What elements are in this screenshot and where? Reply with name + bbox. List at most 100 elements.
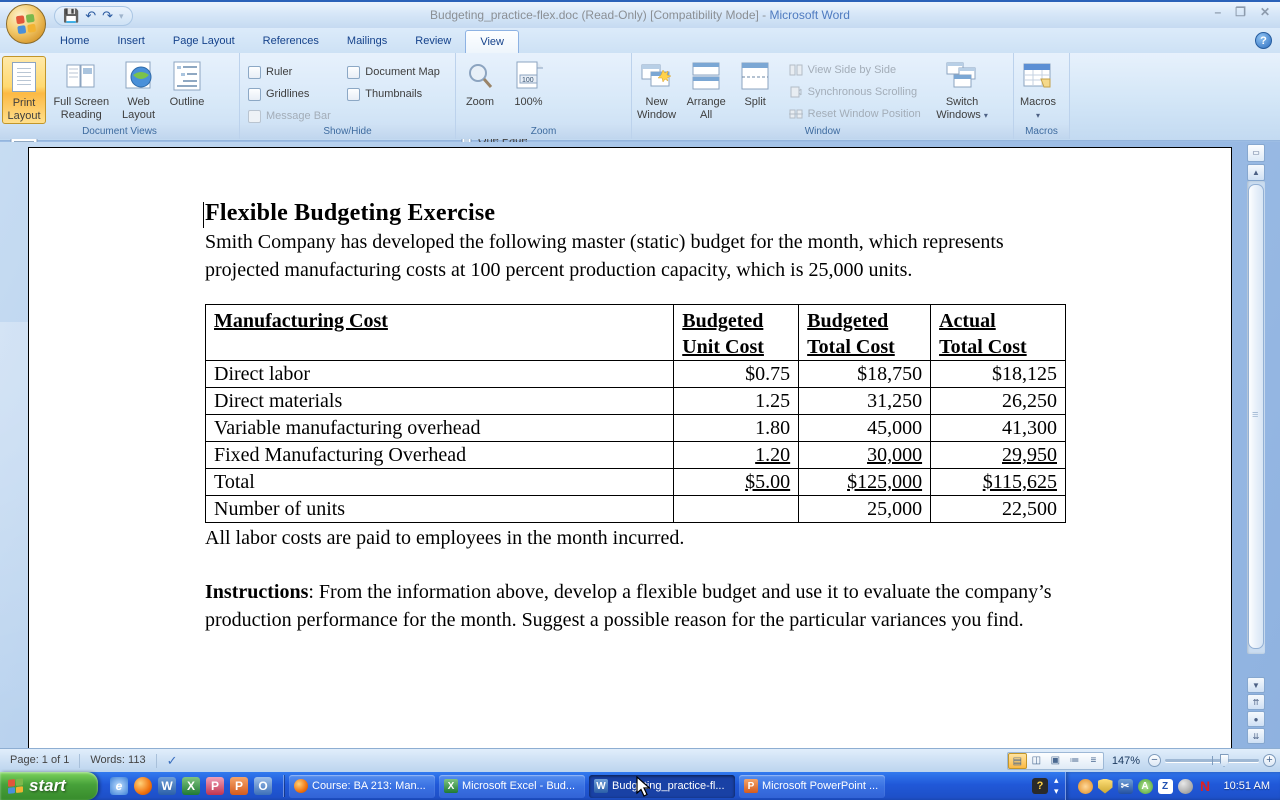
full-screen-reading-icon bbox=[64, 59, 98, 93]
document-intro: Smith Company has developed the followin… bbox=[205, 229, 1069, 284]
antivirus-shield-tray-icon[interactable] bbox=[1098, 779, 1113, 794]
outlook-quicklaunch-icon[interactable]: O bbox=[254, 777, 272, 795]
undo-icon[interactable]: ↶ bbox=[85, 7, 96, 25]
close-button[interactable]: ✕ bbox=[1260, 5, 1270, 19]
macros-button[interactable]: Macros▾ bbox=[1016, 56, 1060, 124]
access-quicklaunch-icon[interactable]: P bbox=[206, 777, 224, 795]
taskbar-clock[interactable]: 10:51 AM bbox=[1224, 780, 1270, 792]
restore-button[interactable]: ❐ bbox=[1235, 5, 1246, 19]
web-layout-view-button[interactable]: ▣ bbox=[1046, 753, 1065, 769]
tab-home[interactable]: Home bbox=[46, 30, 103, 53]
row-label: Direct materials bbox=[206, 388, 674, 415]
scroll-up-button[interactable]: ▲ bbox=[1247, 164, 1265, 181]
zoom-100-button[interactable]: 100 100% bbox=[506, 56, 550, 124]
ribbon-tab-row: Home Insert Page Layout References Maili… bbox=[0, 28, 1280, 53]
tab-page-layout[interactable]: Page Layout bbox=[159, 30, 249, 53]
minimize-button[interactable]: – bbox=[1214, 5, 1221, 19]
thumbnails-checkbox[interactable]: Thumbnails bbox=[347, 83, 440, 105]
split-button[interactable]: Split bbox=[733, 56, 777, 124]
outline-button[interactable]: Outline bbox=[165, 56, 209, 124]
zoom-out-button[interactable]: − bbox=[1148, 754, 1161, 767]
tab-mailings[interactable]: Mailings bbox=[333, 30, 401, 53]
office-button[interactable] bbox=[6, 4, 46, 44]
excel-quicklaunch-icon[interactable]: X bbox=[182, 777, 200, 795]
group-zoom: Zoom 100 100% One Page Two Pages Page Wi… bbox=[456, 53, 632, 139]
zonealarm-tray-icon[interactable]: Z bbox=[1158, 779, 1173, 794]
full-screen-reading-view-button[interactable]: ◫ bbox=[1027, 753, 1046, 769]
zoom-in-button[interactable]: + bbox=[1263, 754, 1276, 767]
actual-total-cell: 29,950 bbox=[931, 442, 1066, 469]
print-layout-view-button[interactable]: ▤ bbox=[1008, 753, 1027, 769]
start-button[interactable]: start bbox=[0, 772, 98, 800]
print-layout-button[interactable]: PrintLayout bbox=[2, 56, 46, 124]
firefox-icon[interactable] bbox=[134, 777, 152, 795]
taskbar-button-word-active[interactable]: W Budgeting_practice-fl... bbox=[589, 775, 735, 798]
utility-tool-tray-icon[interactable]: ✂ bbox=[1118, 779, 1133, 794]
outline-view-button[interactable]: ≔ bbox=[1065, 753, 1084, 769]
ruler-toggle-button[interactable]: ▭ bbox=[1247, 144, 1265, 162]
word-count[interactable]: Words: 113 bbox=[80, 749, 155, 772]
internet-explorer-icon[interactable]: e bbox=[110, 777, 128, 795]
save-icon[interactable]: 💾 bbox=[63, 7, 79, 25]
page-indicator[interactable]: Page: 1 of 1 bbox=[0, 749, 79, 772]
document-area: Flexible Budgeting Exercise Smith Compan… bbox=[0, 142, 1280, 748]
zoom-slider-track[interactable] bbox=[1165, 759, 1259, 762]
powerpoint-quicklaunch-icon[interactable]: P bbox=[230, 777, 248, 795]
new-window-button[interactable]: NewWindow bbox=[634, 56, 679, 124]
document-map-checkbox[interactable]: Document Map bbox=[347, 61, 440, 83]
select-browse-object-button[interactable]: ● bbox=[1247, 711, 1265, 727]
full-screen-reading-button[interactable]: Full ScreenReading bbox=[50, 56, 112, 124]
proofing-status-icon[interactable]: ✓ bbox=[157, 753, 188, 769]
group-label-show-hide: Show/Hide bbox=[240, 125, 455, 139]
arrange-all-button[interactable]: ArrangeAll bbox=[684, 56, 729, 124]
scrollbar-track[interactable] bbox=[1247, 181, 1265, 654]
view-side-by-side-button: View Side by Side bbox=[788, 59, 921, 81]
tab-review[interactable]: Review bbox=[401, 30, 465, 53]
ruler-checkbox[interactable]: Ruler bbox=[248, 61, 331, 83]
redo-icon[interactable]: ↷ bbox=[102, 7, 113, 25]
zoom-button[interactable]: Zoom bbox=[458, 56, 502, 124]
web-layout-button[interactable]: WebLayout bbox=[117, 56, 161, 124]
new-window-icon bbox=[640, 59, 674, 93]
qat-customize-arrow-icon[interactable]: ▾ bbox=[119, 7, 124, 25]
scroll-down-button[interactable]: ▼ bbox=[1247, 677, 1265, 693]
taskbar-button-firefox-course[interactable]: Course: BA 213: Man... bbox=[289, 775, 435, 798]
word-quicklaunch-icon[interactable]: W bbox=[158, 777, 176, 795]
budget-total-cell: 45,000 bbox=[799, 415, 931, 442]
zoom-level[interactable]: 147% bbox=[1110, 755, 1142, 767]
draft-view-button[interactable]: ≡ bbox=[1084, 753, 1103, 769]
group-window: NewWindow ArrangeAll Split View Side by … bbox=[632, 53, 1014, 139]
next-page-button[interactable]: ⇊ bbox=[1247, 728, 1265, 744]
norton-n-tray-icon[interactable]: N bbox=[1198, 779, 1213, 794]
document-page[interactable]: Flexible Budgeting Exercise Smith Compan… bbox=[28, 147, 1232, 748]
status-bar: Page: 1 of 1 Words: 113 ✓ ▤ ◫ ▣ ≔ ≡ 147%… bbox=[0, 748, 1280, 772]
scrollbar-thumb[interactable] bbox=[1248, 184, 1264, 649]
arrange-all-icon bbox=[689, 59, 723, 93]
quick-launch: e W X P P O bbox=[98, 777, 280, 795]
hide-inactive-icons-arrow[interactable]: ▴▾ bbox=[1054, 775, 1059, 797]
volume-tray-icon[interactable] bbox=[1178, 779, 1193, 794]
messenger-tray-icon[interactable] bbox=[1078, 779, 1093, 794]
tab-insert[interactable]: Insert bbox=[103, 30, 159, 53]
header-manufacturing-cost: Manufacturing Cost bbox=[206, 305, 674, 361]
group-label-macros: Macros bbox=[1014, 125, 1069, 139]
previous-page-button[interactable]: ⇈ bbox=[1247, 694, 1265, 710]
row-label: Fixed Manufacturing Overhead bbox=[206, 442, 674, 469]
taskbar-button-powerpoint[interactable]: P Microsoft PowerPoint ... bbox=[739, 775, 885, 798]
group-macros: Macros▾ Macros bbox=[1014, 53, 1070, 139]
help-icon[interactable]: ? bbox=[1255, 32, 1272, 49]
svg-text:100: 100 bbox=[522, 77, 534, 84]
security-lock-tray-icon[interactable]: ? bbox=[1032, 778, 1048, 794]
taskbar-button-excel[interactable]: X Microsoft Excel - Bud... bbox=[439, 775, 585, 798]
macros-icon bbox=[1021, 59, 1055, 93]
tab-references[interactable]: References bbox=[249, 30, 333, 53]
tab-view[interactable]: View bbox=[465, 30, 519, 53]
web-layout-icon bbox=[122, 59, 156, 93]
firefox-icon bbox=[294, 779, 308, 793]
gridlines-checkbox[interactable]: Gridlines bbox=[248, 83, 331, 105]
unit-cost-cell bbox=[674, 496, 799, 523]
window-title: Budgeting_practice-flex.doc (Read-Only) … bbox=[200, 2, 1080, 28]
switch-windows-button[interactable]: SwitchWindows ▾ bbox=[933, 56, 991, 124]
zoom-slider-thumb[interactable] bbox=[1220, 754, 1229, 767]
updater-tray-icon[interactable]: A bbox=[1138, 779, 1153, 794]
